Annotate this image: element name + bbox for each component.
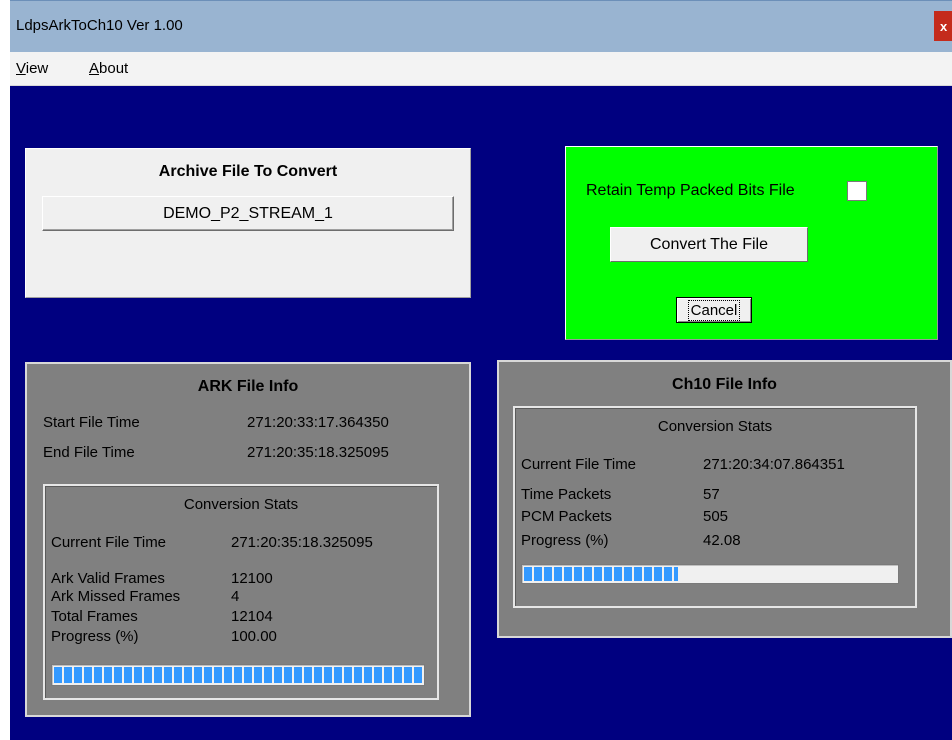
ch10-time-packets-value: 57: [703, 486, 720, 503]
ch10-time-packets-label: Time Packets: [521, 486, 612, 503]
menu-item-about[interactable]: About: [89, 60, 128, 77]
ark-current-time-value: 271:20:35:18.325095: [231, 534, 373, 551]
ark-total-frames-label: Total Frames: [51, 608, 138, 625]
ark-start-time-label: Start File Time: [43, 414, 140, 431]
ark-missed-frames-label: Ark Missed Frames: [51, 588, 181, 605]
convert-file-button[interactable]: Convert The File: [610, 227, 808, 262]
ark-progress-bar: [51, 664, 425, 686]
ark-missed-frames-value: 4: [231, 588, 240, 605]
retain-temp-label: Retain Temp Packed Bits File: [586, 182, 795, 199]
ark-valid-frames-label: Ark Valid Frames: [51, 570, 165, 587]
ark-conversion-stats-title: Conversion Stats: [183, 496, 299, 513]
ch10-conversion-stats-box: Conversion Stats Current File Time 271:2…: [513, 406, 917, 608]
ch10-current-time-value: 271:20:34:07.864351: [703, 456, 845, 473]
ark-end-time-label: End File Time: [43, 444, 135, 461]
window-title: LdpsArkToCh10 Ver 1.00: [16, 17, 183, 34]
ark-progress-value: 100.00: [231, 628, 277, 645]
retain-temp-checkbox[interactable]: [847, 181, 867, 201]
archive-file-heading: Archive File To Convert: [158, 163, 338, 180]
ark-total-frames-value: 12104: [231, 608, 273, 625]
ark-file-info-heading: ARK File Info: [197, 378, 299, 395]
ch10-current-time-label: Current File Time: [521, 456, 637, 473]
menu-item-view[interactable]: View: [16, 60, 48, 77]
cancel-label: Cancel: [687, 299, 741, 321]
ch10-progress-fill: [524, 567, 679, 581]
ark-progress-label: Progress (%): [51, 628, 139, 645]
ch10-pcm-packets-value: 505: [703, 508, 729, 525]
ch10-progress-value: 42.08: [703, 532, 741, 549]
ch10-progress-label: Progress (%): [521, 532, 609, 549]
convert-options-panel: Retain Temp Packed Bits File Convert The…: [565, 146, 938, 340]
window-left-border: [0, 0, 10, 740]
archive-file-panel: Archive File To Convert DEMO_P2_STREAM_1: [25, 148, 471, 298]
title-bar[interactable]: LdpsArkToCh10 Ver 1.00 x: [10, 0, 952, 52]
client-area: Archive File To Convert DEMO_P2_STREAM_1…: [10, 86, 952, 740]
ark-file-info-panel: ARK File Info Start File Time 271:20:33:…: [25, 362, 471, 717]
ch10-file-info-panel: Ch10 File Info Conversion Stats Current …: [497, 360, 952, 638]
menu-bar: View About: [10, 52, 952, 86]
convert-file-label: Convert The File: [650, 235, 768, 253]
ark-conversion-stats-box: Conversion Stats Current File Time 271:2…: [43, 484, 439, 700]
ch10-progress-bar: [521, 564, 899, 584]
ark-progress-fill: [54, 667, 422, 683]
cancel-button[interactable]: Cancel: [676, 297, 752, 323]
close-icon: x: [940, 18, 948, 34]
ark-current-time-label: Current File Time: [51, 534, 167, 551]
ark-start-time-value: 271:20:33:17.364350: [247, 414, 389, 431]
ch10-pcm-packets-label: PCM Packets: [521, 508, 612, 525]
ark-end-time-value: 271:20:35:18.325095: [247, 444, 389, 461]
ch10-conversion-stats-title: Conversion Stats: [657, 418, 773, 435]
archive-file-button[interactable]: DEMO_P2_STREAM_1: [42, 196, 454, 231]
archive-file-name: DEMO_P2_STREAM_1: [163, 204, 333, 222]
close-button[interactable]: x: [934, 11, 952, 41]
ch10-file-info-heading: Ch10 File Info: [672, 376, 777, 393]
ark-valid-frames-value: 12100: [231, 570, 273, 587]
